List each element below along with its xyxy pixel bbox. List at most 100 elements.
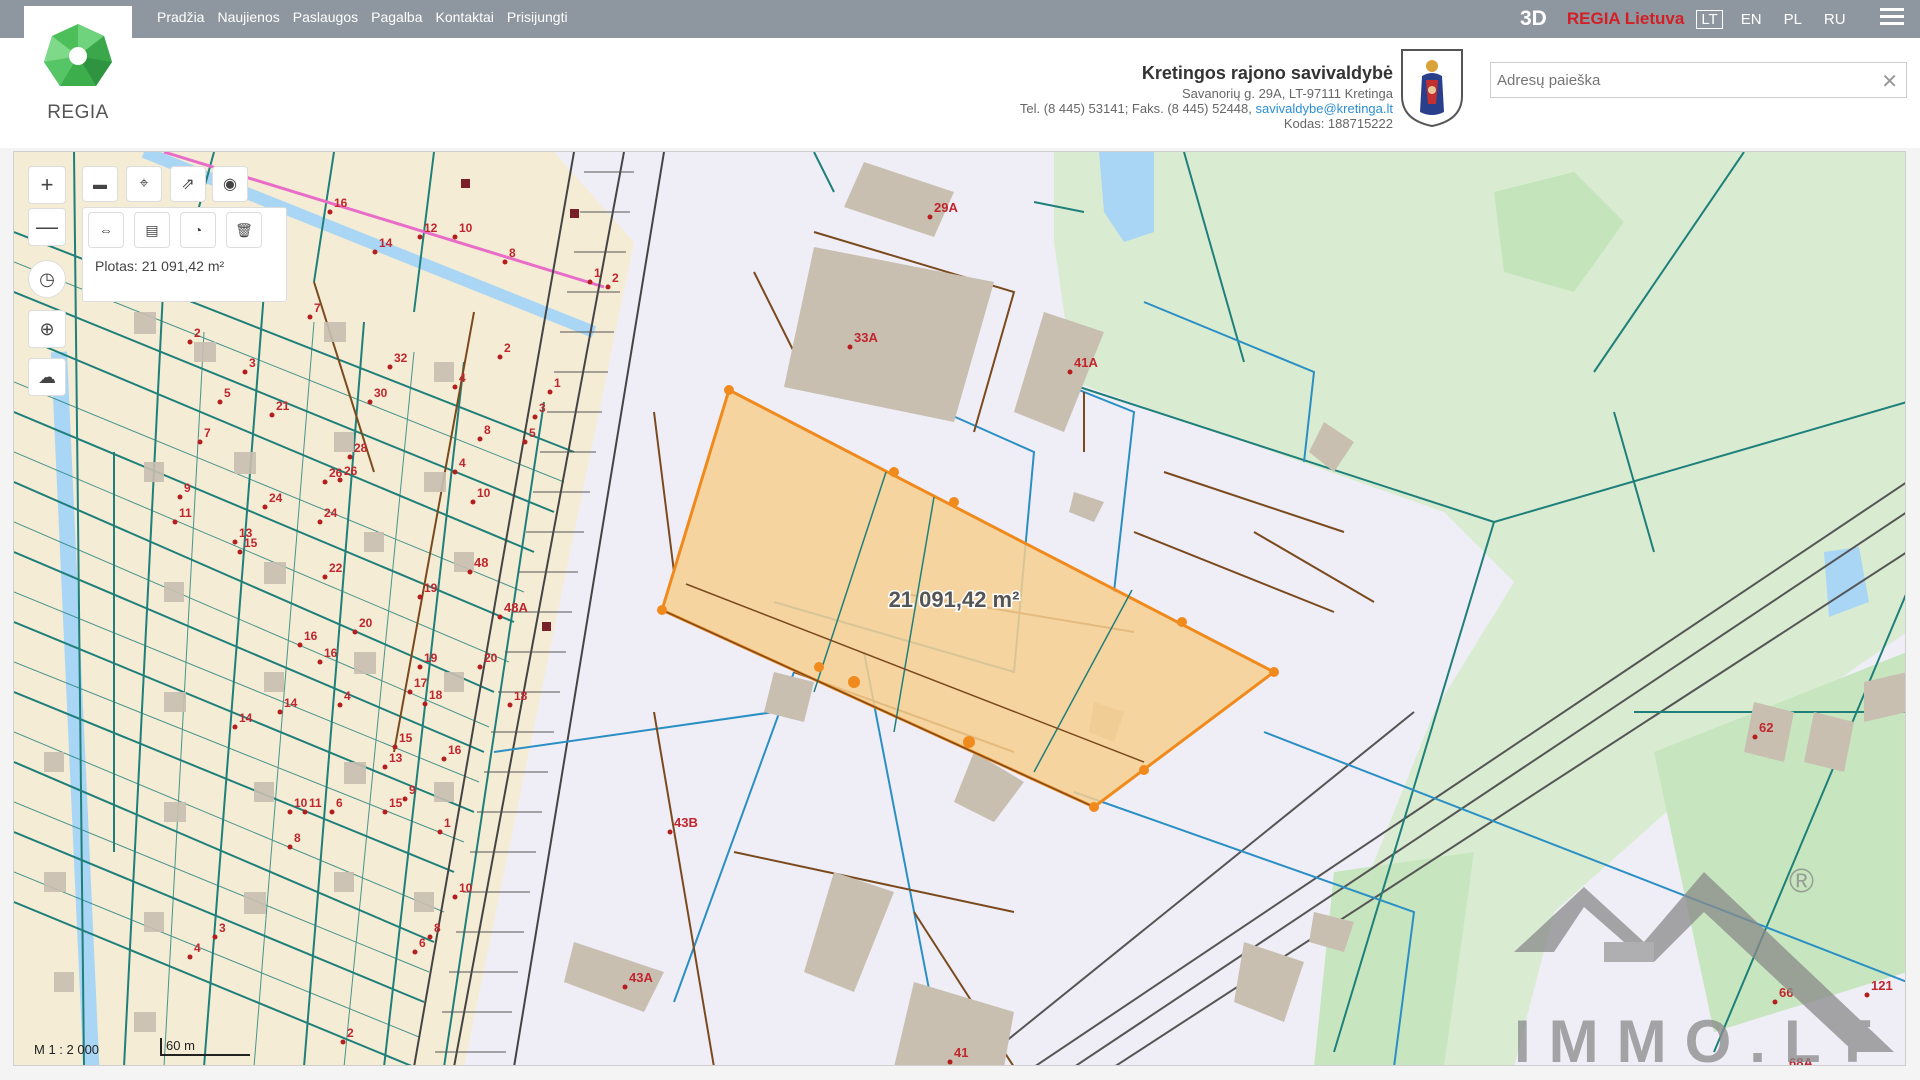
- parcel-number-label: 16: [448, 743, 462, 757]
- parcel-number-label: 2: [347, 1026, 354, 1040]
- parcel-number-label: 1: [554, 376, 561, 390]
- top-right-controls: 3D REGIA Lietuva LT EN PL RU: [1520, 6, 1864, 32]
- parcel-number-label: 6: [419, 936, 426, 950]
- address-point-marker: [947, 1059, 953, 1065]
- municipality-info: Kretingos rajono savivaldybė Savanorių g…: [1020, 60, 1393, 131]
- nav-item-prisijungti[interactable]: Prisijungti: [507, 9, 568, 25]
- address-point-marker: [452, 469, 458, 475]
- parcel-number-label: 9: [184, 481, 191, 495]
- address-point-marker: [382, 809, 388, 815]
- parcel-number-label: 5: [224, 386, 231, 400]
- point-icon[interactable]: ◉: [212, 166, 248, 202]
- nav-item-pagalba[interactable]: Pagalba: [371, 9, 422, 25]
- measure-distance-icon[interactable]: ⇔: [88, 212, 124, 248]
- area-label: 21 091,42 m²: [889, 587, 1020, 612]
- zoom-in-button[interactable]: +: [28, 166, 66, 204]
- lang-pl[interactable]: PL: [1780, 11, 1806, 28]
- parcel-number-label: 6: [336, 796, 343, 810]
- address-point-marker: [237, 549, 243, 555]
- address-point-marker: [467, 569, 473, 575]
- regia-lietuva-link[interactable]: REGIA Lietuva: [1567, 9, 1684, 29]
- address-point-marker: [322, 479, 328, 485]
- parcel-number-label: 4: [194, 941, 201, 955]
- address-point-marker: [352, 629, 358, 635]
- measure-length-icon[interactable]: ▬: [82, 166, 118, 202]
- address-point-marker: [187, 954, 193, 960]
- parcel-number-label: 20: [484, 651, 498, 665]
- address-point-marker: [587, 279, 593, 285]
- address-point-marker: [340, 1039, 346, 1045]
- parcel-number-label: 26: [329, 466, 343, 480]
- parcel-number-label: 2: [612, 271, 619, 285]
- municipality-code: Kodas: 188715222: [1283, 116, 1393, 131]
- lang-ru[interactable]: RU: [1820, 11, 1850, 28]
- address-point-marker: [392, 744, 398, 750]
- municipality-phone: Tel. (8 445) 53141; Faks. (8 445) 52448,: [1019, 101, 1252, 116]
- parcel-number-label: 43A: [629, 970, 653, 985]
- measure-area-icon[interactable]: ▤: [134, 212, 170, 248]
- address-point-marker: [605, 284, 611, 290]
- address-point-marker: [477, 436, 483, 442]
- top-bar: Pradžia Naujienos Paslaugos Pagalba Kont…: [0, 0, 1920, 38]
- parcel-number-label: 14: [239, 711, 253, 725]
- parcel-number-label: 28: [354, 441, 368, 455]
- address-search[interactable]: ✕: [1490, 62, 1907, 98]
- parcel-number-label: 15: [244, 536, 258, 550]
- parcel-number-label: 12: [424, 221, 438, 235]
- address-point-marker: [302, 809, 308, 815]
- address-point-marker: [470, 499, 476, 505]
- address-point-marker: [322, 574, 328, 580]
- main-nav: Pradžia Naujienos Paslaugos Pagalba Kont…: [157, 9, 568, 25]
- locate-icon[interactable]: ⊕: [28, 310, 66, 348]
- delete-icon[interactable]: 🗑: [226, 212, 262, 248]
- address-search-input[interactable]: [1491, 63, 1871, 97]
- lang-en[interactable]: EN: [1737, 11, 1766, 28]
- watermark-text: IMMO.LT: [1514, 1008, 1889, 1066]
- nav-item-paslaugos[interactable]: Paslaugos: [293, 9, 358, 25]
- address-point-marker: [452, 894, 458, 900]
- municipality-address: Savanorių g. 29A, LT-97111 Kretinga: [1181, 86, 1393, 101]
- address-point-marker: [287, 844, 293, 850]
- hamburger-menu-icon[interactable]: [1880, 8, 1904, 29]
- parcel-number-label: 14: [379, 236, 393, 250]
- parcel-number-label: 29A: [934, 200, 958, 215]
- municipality-contacts: Tel. (8 445) 53141; Faks. (8 445) 52448,…: [1020, 101, 1393, 116]
- parcel-number-label: 8: [484, 423, 491, 437]
- regia-logo[interactable]: REGIA: [24, 6, 132, 124]
- parcel-number-label: 4: [344, 689, 351, 703]
- address-point-marker: [522, 439, 528, 445]
- lang-lt[interactable]: LT: [1696, 9, 1723, 29]
- zoom-out-button[interactable]: —: [28, 208, 66, 246]
- nav-item-kontaktai[interactable]: Kontaktai: [436, 9, 494, 25]
- map-view[interactable]: 29A 33A 41A 43B 43A 48 48A 62 66 121 41 68A 16 14 12 10…: [13, 151, 1906, 1066]
- address-point-marker: [452, 384, 458, 390]
- coat-of-arms-icon: [1401, 49, 1463, 128]
- address-point-marker: [477, 664, 483, 670]
- address-point-marker: [452, 234, 458, 240]
- parcel-number-label: 33A: [854, 330, 878, 345]
- nav-item-pradzia[interactable]: Pradžia: [157, 9, 204, 25]
- measure-angle-icon[interactable]: ◔: [180, 212, 216, 248]
- 3d-button[interactable]: 3D: [1520, 7, 1547, 31]
- address-point-marker: [347, 454, 353, 460]
- municipality-email-link[interactable]: savivaldybe@kretinga.lt: [1256, 101, 1393, 116]
- cadastral-map[interactable]: 29A33A41A43B43A4848A6266 1214168A161412 10…: [14, 152, 1906, 1066]
- address-point-marker: [1752, 734, 1758, 740]
- map-pin-icon[interactable]: ⌖: [126, 166, 162, 202]
- address-point-marker: [329, 809, 335, 815]
- address-point-marker: [307, 314, 313, 320]
- lasso-select-icon[interactable]: ☁: [28, 358, 66, 396]
- measure-panel: ⇔ ▤ ◔ 🗑 Plotas: 21 091,42 m²: [82, 207, 287, 302]
- address-point-marker: [437, 829, 443, 835]
- parcel-number-label: 18: [429, 688, 443, 702]
- address-point-marker: [847, 344, 853, 350]
- address-point-marker: [1772, 999, 1778, 1005]
- share-icon[interactable]: ⇗: [170, 166, 206, 202]
- nav-item-naujienos[interactable]: Naujienos: [217, 9, 279, 25]
- close-icon[interactable]: ✕: [1881, 69, 1898, 94]
- parcel-number-label: 18: [514, 689, 528, 703]
- address-point-marker: [337, 702, 343, 708]
- parcel-number-label: 41: [954, 1045, 968, 1060]
- clock-icon[interactable]: ◷: [28, 260, 66, 298]
- parcel-number-label: 1: [444, 816, 451, 830]
